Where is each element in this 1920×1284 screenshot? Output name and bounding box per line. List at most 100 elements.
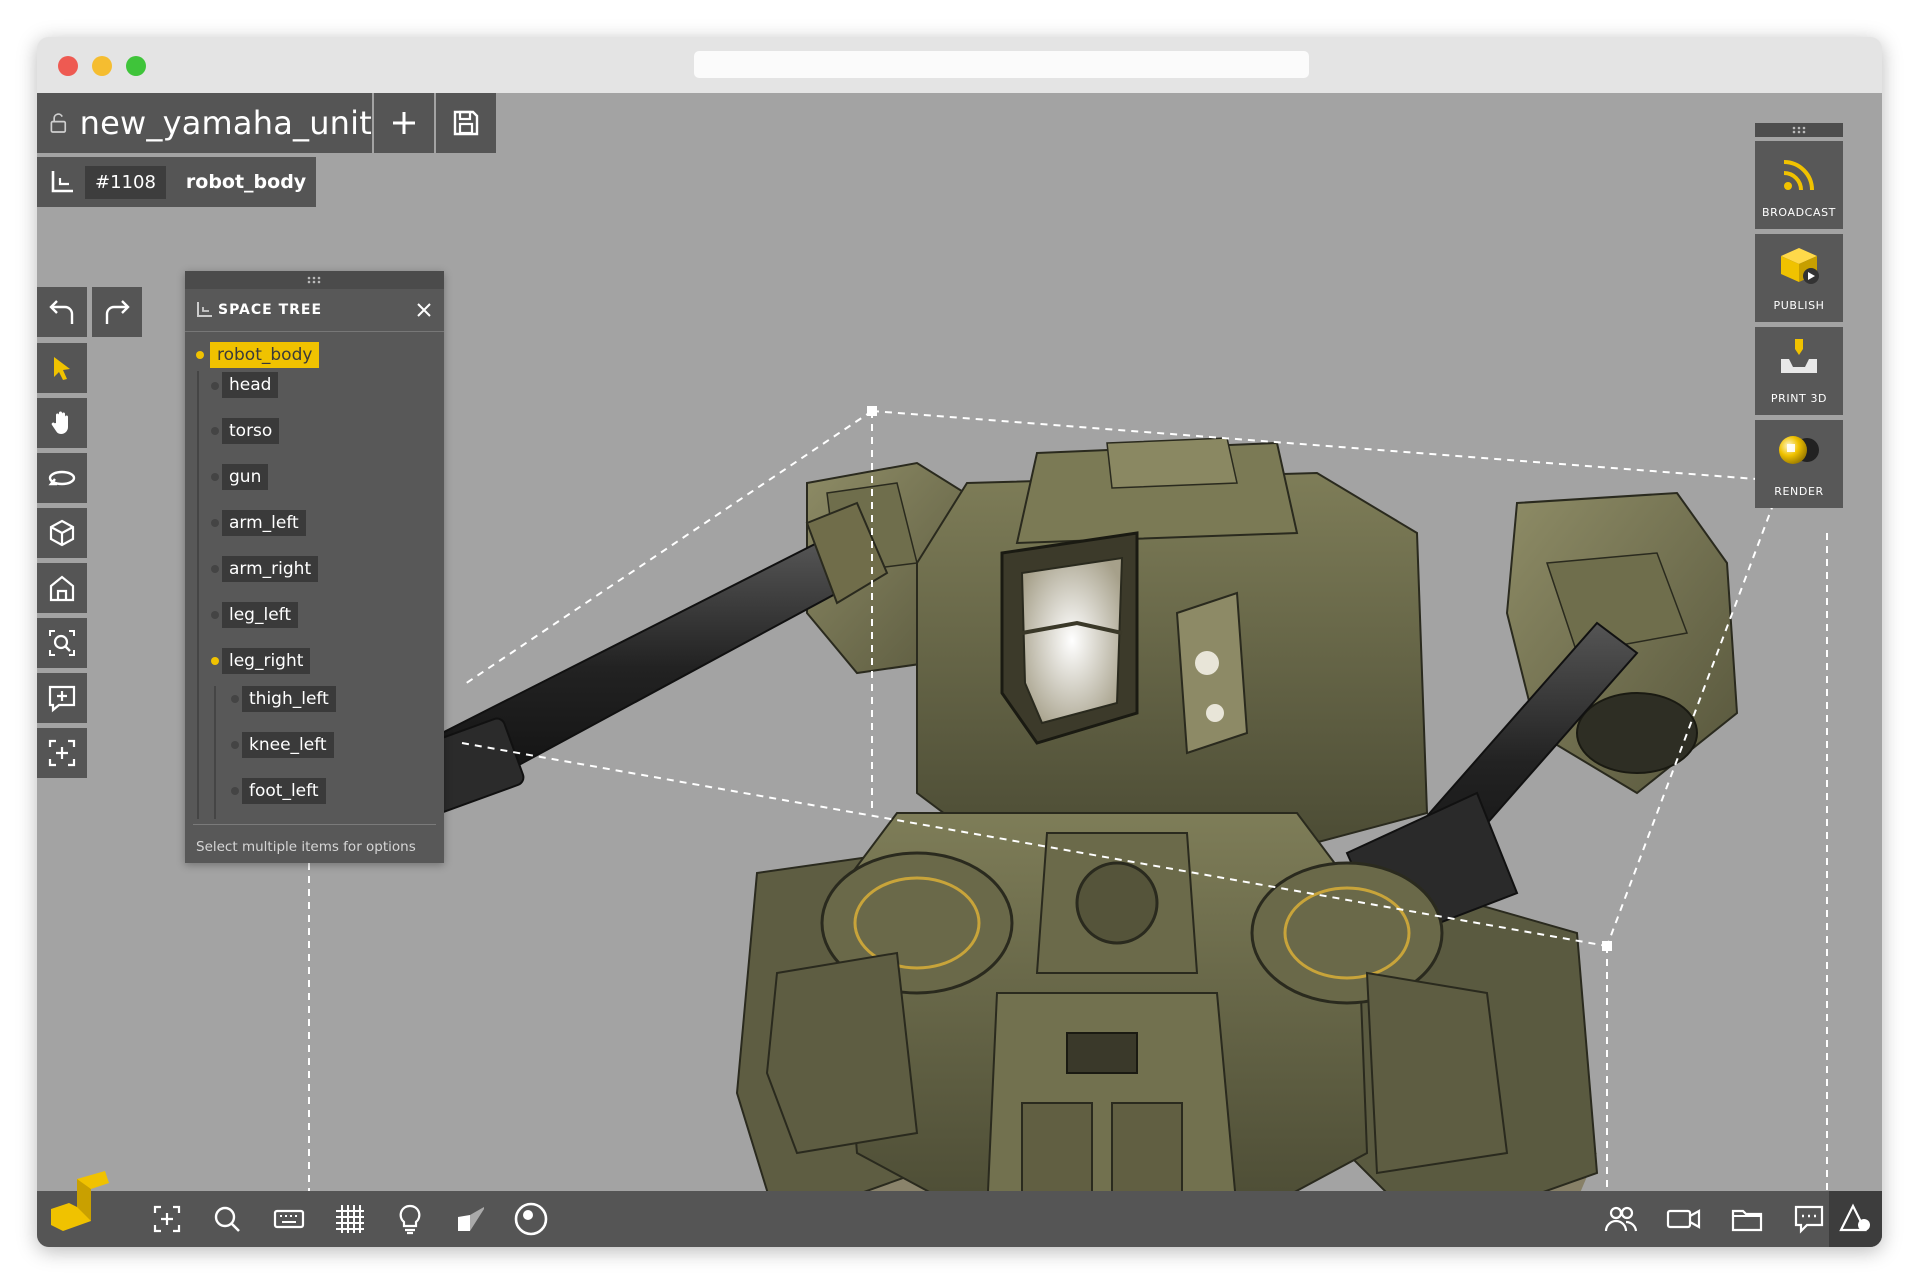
shapes-icon <box>1839 1203 1870 1232</box>
3d-viewport[interactable]: new_yamaha_unit #1108 robot_body SPACE T… <box>37 93 1882 1247</box>
comments-icon <box>1794 1205 1824 1234</box>
zoom-icon <box>49 630 75 656</box>
tree-item-head[interactable]: head <box>222 372 279 398</box>
layers-icon <box>1731 1209 1763 1232</box>
material-button[interactable] <box>450 1199 490 1239</box>
breadcrumb-name[interactable]: robot_body <box>176 171 316 193</box>
print-3d-icon <box>1781 339 1817 373</box>
users-icon <box>1604 1206 1638 1232</box>
redo-icon <box>105 300 130 324</box>
frame-selection-button[interactable] <box>147 1199 187 1239</box>
right-panel-drag-handle[interactable] <box>1755 123 1843 137</box>
publish-icon <box>1781 248 1819 284</box>
close-window-button[interactable] <box>58 56 78 76</box>
plus-icon <box>393 112 415 134</box>
camera-icon <box>1666 1209 1701 1229</box>
tree-bullet <box>211 473 219 481</box>
tree-item-torso[interactable]: torso <box>222 418 280 444</box>
light-bulb-icon <box>399 1204 421 1235</box>
orbit-tool-button[interactable] <box>37 453 87 503</box>
keyboard-icon <box>273 1209 305 1229</box>
zoom-tool-button[interactable] <box>37 618 87 668</box>
bottom-toolbar <box>37 1171 1882 1247</box>
pan-hand-icon <box>51 411 68 434</box>
layers-button[interactable] <box>1727 1199 1767 1239</box>
render-icon <box>1779 436 1819 464</box>
cube-view-button[interactable] <box>37 508 87 558</box>
tree-item-foot-left[interactable]: foot_left <box>242 778 326 804</box>
shapes-button[interactable] <box>1829 1191 1882 1247</box>
save-icon <box>453 110 479 136</box>
render-label: RENDER <box>1774 485 1824 498</box>
tree-item-leg-right[interactable]: leg_right <box>222 648 311 674</box>
zoom-in-button[interactable] <box>37 673 87 723</box>
orbit-icon <box>48 470 76 486</box>
document-name[interactable]: new_yamaha_unit <box>80 104 372 142</box>
lighting-button[interactable] <box>390 1199 430 1239</box>
save-button[interactable] <box>436 93 496 153</box>
tree-item-leg-left[interactable]: leg_left <box>222 602 299 628</box>
tree-bullet <box>231 695 239 703</box>
pan-tool-button[interactable] <box>37 398 87 448</box>
tree-bullet <box>196 351 204 359</box>
minimize-window-button[interactable] <box>92 56 112 76</box>
document-title-bar[interactable]: new_yamaha_unit <box>37 93 372 153</box>
browser-titlebar <box>37 37 1882 94</box>
print-3d-label: PRINT 3D <box>1770 392 1828 405</box>
snapshot-icon <box>514 1202 548 1236</box>
undo-button[interactable] <box>37 287 87 337</box>
search-button[interactable] <box>207 1199 247 1239</box>
zoom-in-icon <box>48 685 76 713</box>
space-tree-panel[interactable]: SPACE TREE robot_body head torso gun arm… <box>185 271 444 863</box>
grip-icon <box>1792 126 1806 134</box>
breadcrumb-id[interactable]: #1108 <box>85 165 166 199</box>
collaborators-button[interactable] <box>1601 1199 1641 1239</box>
search-icon <box>214 1206 240 1232</box>
tree-item-arm-left[interactable]: arm_left <box>222 510 306 536</box>
comments-button[interactable] <box>1789 1199 1829 1239</box>
breadcrumb[interactable]: #1108 robot_body <box>37 157 317 207</box>
tree-item-gun[interactable]: gun <box>222 464 269 490</box>
undo-icon <box>49 300 74 324</box>
tree-item-knee-left[interactable]: knee_left <box>242 732 334 758</box>
tree-bullet <box>231 787 239 795</box>
tree-bullet <box>211 519 219 527</box>
select-tool-button[interactable] <box>37 343 87 393</box>
tree-item-arm-right[interactable]: arm_right <box>222 556 319 582</box>
home-view-button[interactable] <box>37 563 87 613</box>
fit-view-button[interactable] <box>37 728 87 778</box>
render-button[interactable]: RENDER <box>1755 420 1843 508</box>
print-3d-button[interactable]: PRINT 3D <box>1755 327 1843 415</box>
broadcast-icon <box>1783 160 1814 191</box>
unlock-icon[interactable] <box>50 108 67 138</box>
maximize-window-button[interactable] <box>126 56 146 76</box>
divider <box>193 824 436 825</box>
tree-bullet <box>211 427 219 435</box>
tree-item-robot-body[interactable]: robot_body <box>210 342 320 368</box>
snapshot-button[interactable] <box>511 1199 551 1239</box>
tree-bullet <box>231 741 239 749</box>
hierarchy-icon <box>51 171 73 193</box>
grid-icon <box>336 1205 364 1233</box>
fit-view-icon <box>48 739 76 767</box>
broadcast-label: BROADCAST <box>1762 206 1836 219</box>
camera-button[interactable] <box>1664 1199 1704 1239</box>
logo-icon[interactable] <box>47 1169 117 1239</box>
cube-view-icon <box>49 519 75 547</box>
tree-bullet <box>211 611 219 619</box>
address-bar[interactable] <box>694 51 1309 78</box>
publish-button[interactable]: PUBLISH <box>1755 234 1843 322</box>
tree-item-thigh-left[interactable]: thigh_left <box>242 686 336 712</box>
app-window: new_yamaha_unit #1108 robot_body SPACE T… <box>37 37 1882 1247</box>
grid-toggle-button[interactable] <box>330 1199 370 1239</box>
redo-button[interactable] <box>92 287 142 337</box>
frame-selection-icon <box>153 1205 181 1233</box>
tree-bullet <box>211 657 219 665</box>
keyboard-shortcuts-button[interactable] <box>269 1199 309 1239</box>
material-icon <box>458 1207 484 1231</box>
broadcast-button[interactable]: BROADCAST <box>1755 141 1843 229</box>
select-arrow-icon <box>54 357 70 380</box>
home-icon <box>49 575 75 602</box>
publish-label: PUBLISH <box>1773 299 1825 312</box>
new-document-button[interactable] <box>374 93 434 153</box>
